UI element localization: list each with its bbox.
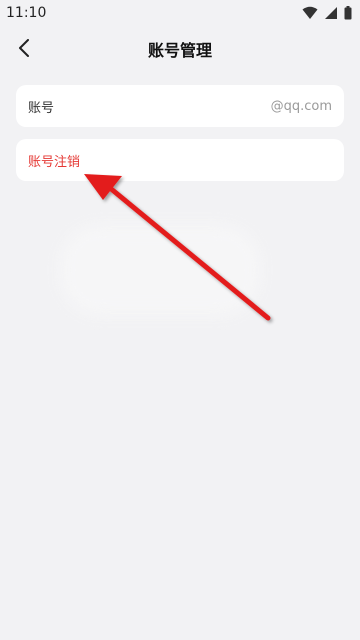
wifi-icon [302, 6, 318, 19]
status-bar: 11:10 [0, 0, 360, 28]
cancel-account-label: 账号注销 [28, 154, 81, 170]
background-smudge [60, 225, 260, 315]
account-label: 账号 [28, 100, 55, 116]
battery-icon [344, 6, 352, 20]
header-bar: 账号管理 [0, 28, 360, 68]
account-row[interactable]: 账号 @qq.com [16, 85, 344, 127]
account-value: @qq.com [270, 98, 332, 114]
status-icons [302, 6, 352, 20]
cellular-signal-icon [325, 7, 337, 19]
status-time: 11:10 [6, 5, 47, 21]
page-title: 账号管理 [147, 41, 212, 60]
cancel-account-row[interactable]: 账号注销 [16, 139, 344, 181]
